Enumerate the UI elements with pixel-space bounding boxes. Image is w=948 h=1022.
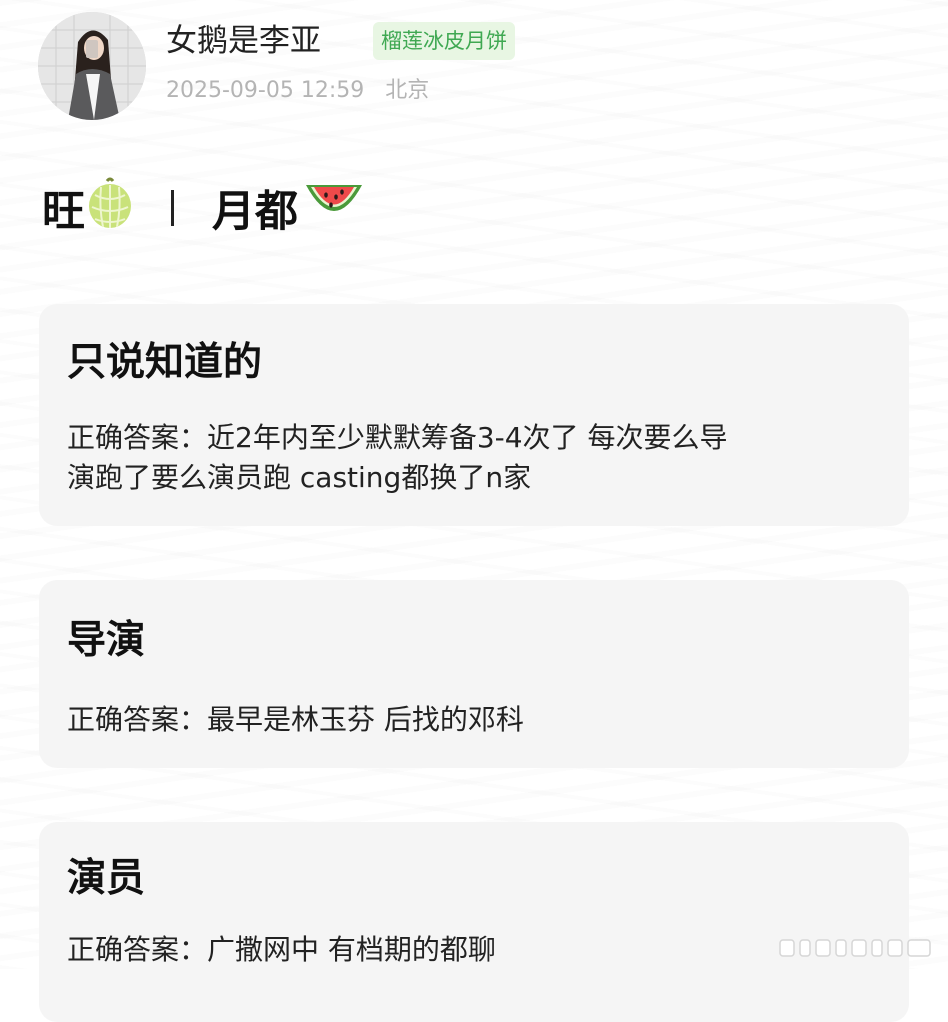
author-badge[interactable]: 榴莲冰皮月饼 bbox=[373, 22, 515, 60]
watermark-icon bbox=[779, 939, 931, 957]
headline-part1: 旺 bbox=[42, 187, 85, 237]
info-card-director: 导演 正确答案：最早是林玉芬 后找的邓科 bbox=[39, 580, 909, 768]
card-body-line: 演跑了要么演员跑 casting都换了n家 bbox=[67, 461, 532, 494]
card-body: 正确答案：近2年内至少默默筹备3-4次了 每次要么导 演跑了要么演员跑 cast… bbox=[67, 418, 887, 498]
card-body-line: 正确答案：广撒网中 有档期的都聊 bbox=[67, 933, 496, 966]
card-body-line: 正确答案：最早是林玉芬 后找的邓科 bbox=[67, 703, 524, 736]
card-title: 演员 bbox=[67, 856, 146, 901]
card-title: 只说知道的 bbox=[67, 340, 263, 385]
card-body: 正确答案：最早是林玉芬 后找的邓科 bbox=[67, 700, 887, 740]
card-body-line: 正确答案：近2年内至少默默筹备3-4次了 每次要么导 bbox=[67, 421, 728, 454]
info-card-actors: 演员 正确答案：广撒网中 有档期的都聊 bbox=[39, 822, 909, 1022]
headline-divider bbox=[171, 190, 174, 226]
author-name[interactable]: 女鹅是李亚 bbox=[166, 20, 321, 62]
avatar[interactable] bbox=[38, 12, 146, 120]
post-header: 女鹅是李亚 榴莲冰皮月饼 2025-09-05 12:59 北京 bbox=[38, 12, 918, 122]
watermelon-icon bbox=[302, 177, 366, 240]
post-meta: 2025-09-05 12:59 北京 bbox=[166, 74, 429, 108]
info-card-intro: 只说知道的 正确答案：近2年内至少默默筹备3-4次了 每次要么导 演跑了要么演员… bbox=[39, 304, 909, 526]
melon-icon bbox=[87, 177, 133, 240]
card-title: 导演 bbox=[67, 618, 146, 663]
post-location: 北京 bbox=[385, 78, 430, 103]
headline-part2: 月都 bbox=[212, 187, 298, 237]
avatar-photo-icon bbox=[38, 12, 146, 120]
post-timestamp: 2025-09-05 12:59 bbox=[166, 78, 365, 103]
post-headline: 旺 月都 bbox=[42, 172, 366, 244]
card-body: 正确答案：广撒网中 有档期的都聊 bbox=[67, 930, 887, 970]
